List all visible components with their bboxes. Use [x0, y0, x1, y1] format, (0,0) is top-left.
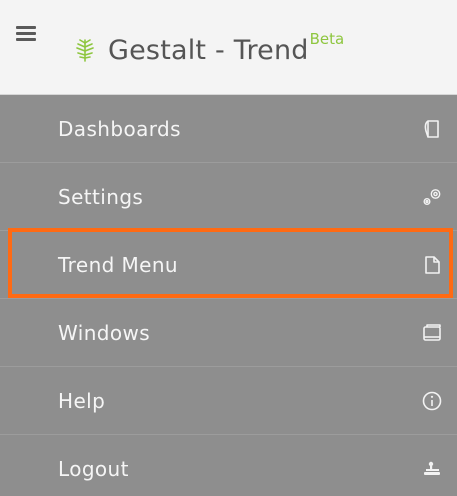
menu-item-dashboards[interactable]: Dashboards	[0, 95, 457, 162]
menu-item-windows[interactable]: Windows	[0, 299, 457, 366]
menu-item-settings[interactable]: Settings	[0, 163, 457, 230]
menu-item-label: Windows	[58, 320, 151, 345]
beta-badge: Beta	[309, 30, 345, 48]
hamburger-icon[interactable]	[16, 24, 38, 42]
hamburger-bar	[16, 32, 36, 35]
menu-item-logout[interactable]: Logout	[0, 435, 457, 496]
logout-icon	[424, 461, 440, 475]
file-icon	[425, 255, 440, 274]
leaf-logo-icon	[76, 39, 94, 62]
app-title: Gestalt - Trend	[108, 34, 309, 66]
side-menu: Dashboards Settings Trend Menu Windows H…	[0, 95, 457, 496]
menu-item-label: Dashboards	[58, 116, 181, 141]
document-icon	[424, 119, 439, 138]
menu-item-label: Help	[58, 388, 106, 413]
menu-item-label: Settings	[58, 184, 144, 209]
app-header: Gestalt - Trend Beta	[0, 0, 457, 95]
gears-icon	[423, 188, 441, 205]
page: Gestalt - Trend Beta Dashboards Settings	[0, 0, 457, 496]
info-icon	[422, 391, 442, 410]
hamburger-bar	[16, 26, 36, 29]
menu-item-trend-menu[interactable]: Trend Menu	[0, 231, 457, 298]
menu-item-help[interactable]: Help	[0, 367, 457, 434]
menu-item-label: Logout	[58, 456, 129, 481]
brand: Gestalt - Trend Beta	[72, 30, 344, 70]
windows-stack-icon	[423, 323, 441, 341]
menu-item-label: Trend Menu	[58, 252, 179, 277]
hamburger-bar	[16, 38, 36, 41]
